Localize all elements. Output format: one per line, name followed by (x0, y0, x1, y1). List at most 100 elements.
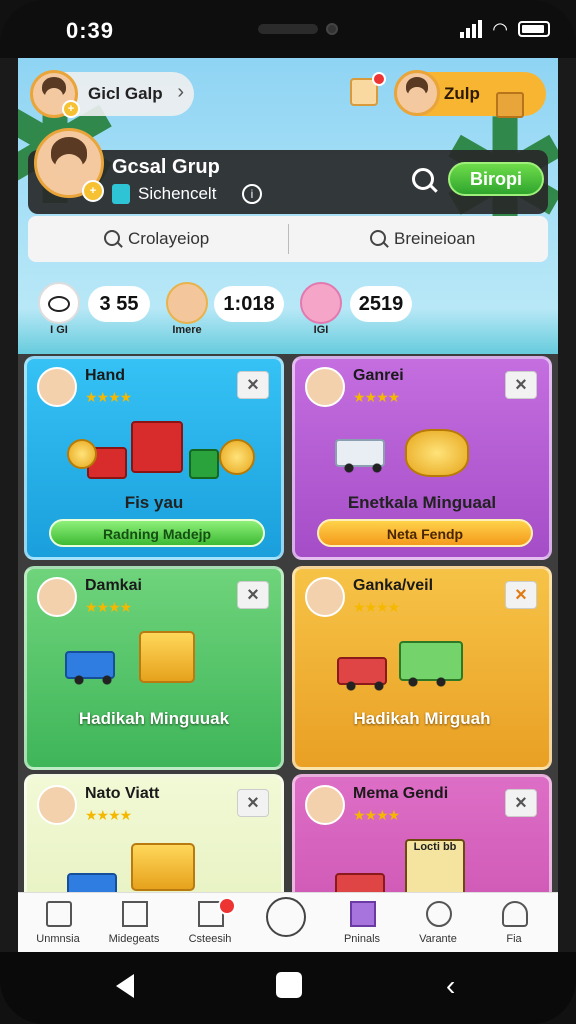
card-avatar (37, 785, 77, 825)
clock: 0:39 (66, 18, 115, 43)
tab-label: Csteesih (188, 933, 232, 945)
stat-name-3: IGI (313, 324, 329, 336)
search-right[interactable]: Breineioan (288, 216, 548, 262)
close-icon[interactable]: × (505, 581, 537, 609)
status-bar: 0:39 ◠ (0, 0, 576, 58)
close-icon[interactable]: × (505, 789, 537, 817)
friend-chip[interactable]: Zulp (394, 70, 546, 118)
gold-bar-icon (131, 843, 195, 891)
stats-row: I GI 3 55 Imere 1:018 IGI 2519 (18, 278, 558, 348)
rating-stars-icon: ★★★★ (353, 599, 400, 615)
notification-badge (218, 897, 236, 915)
card-title: Mema Gendi (353, 785, 449, 802)
card-avatar (37, 367, 77, 407)
game-screen: ✱ ✱ + Gicl Galp › Zulp + Gcsal Grup Sich… (18, 58, 558, 952)
card-damkai[interactable]: Damkai ★★★★ × Hadikah Minguuak (24, 566, 284, 770)
card-avatar (305, 577, 345, 617)
truck-icon (335, 439, 385, 473)
tab-search[interactable]: Varante (400, 897, 476, 952)
coin-icon (405, 429, 469, 477)
search-left[interactable]: Crolayeiop (28, 216, 288, 262)
card-action-button[interactable]: Radning Madejp (49, 519, 265, 547)
card-hand[interactable]: Hand ★★★★ × Fis yau Radning Madejp (24, 356, 284, 560)
photo-card-badge: Locti bb (405, 839, 465, 899)
rating-stars-icon: ★★★★ (85, 389, 132, 405)
card-text: Hadikah Mirguah (353, 709, 491, 728)
rating-stars-icon: ★★★★ (353, 389, 400, 405)
phone-frame: 0:39 ◠ ✱ ✱ + Gicl Galp › Zulp + Gcsal Gr… (0, 0, 576, 1024)
pencil-icon (266, 897, 306, 937)
group-subtitle: Sichencelt (138, 184, 217, 203)
recents-icon[interactable]: ‹ (446, 972, 455, 1000)
player-profile-chip[interactable]: + Gicl Galp › (30, 70, 194, 118)
card-title: Ganka/veil (353, 577, 434, 594)
home-icon (46, 901, 72, 927)
rating-stars-icon: ★★★★ (85, 807, 132, 823)
card-text: Fis yau (124, 493, 184, 512)
tab-cube[interactable]: Pninals (324, 897, 400, 952)
back-icon[interactable] (116, 974, 134, 998)
cube-icon (350, 901, 376, 927)
truck-icon (399, 641, 463, 687)
tab-profile[interactable]: Fia (476, 897, 552, 952)
stat-name-1: I GI (50, 324, 68, 336)
stat-avatar-2 (166, 282, 208, 324)
stat-name-2: Imere (172, 324, 202, 336)
player-name: Gicl Galp (88, 84, 163, 103)
stat-value-1: 3 55 (88, 286, 150, 322)
card-ganrei[interactable]: Ganrei ★★★★ × Enetkala Minguaal Neta Fen… (292, 356, 552, 560)
tab-label: Pninals (343, 933, 381, 945)
card-title: Damkai (85, 577, 142, 594)
card-action-button[interactable]: Neta Fendp (317, 519, 533, 547)
search-icon (426, 901, 452, 927)
close-icon[interactable]: × (505, 371, 537, 399)
stat-value-2: 1:018 (214, 286, 284, 322)
card-text: Enetkala Minguaal (347, 493, 497, 512)
close-icon[interactable]: × (237, 371, 269, 399)
card-avatar (305, 367, 345, 407)
wifi-icon: ◠ (492, 19, 508, 39)
card-avatar (305, 785, 345, 825)
cards-grid: Hand ★★★★ × Fis yau Radning Madejp Ganre… (18, 354, 558, 952)
truck-icon (337, 657, 387, 691)
search-bar: Crolayeiop Breineioan (28, 216, 548, 262)
search-icon (370, 230, 386, 246)
camera-icon (326, 23, 338, 35)
stat-avatar-3 (300, 282, 342, 324)
home-button[interactable] (276, 972, 302, 998)
card-ganka-veil[interactable]: Ganka/veil ★★★★ × Hadikah Mirguah (292, 566, 552, 770)
rating-stars-icon: ★★★★ (353, 807, 400, 823)
friend-avatar (394, 70, 440, 116)
rating-stars-icon: ★★★★ (85, 599, 132, 615)
group-header: + Gcsal Grup Sichencelt i Biropi (28, 128, 548, 214)
tab-gallery[interactable]: Csteesih (172, 897, 248, 952)
tab-buildings[interactable]: Midegeats (96, 897, 172, 952)
speaker-notch (258, 24, 318, 34)
tab-compose[interactable] (248, 897, 324, 952)
search-icon (104, 230, 120, 246)
close-icon[interactable]: × (237, 789, 269, 817)
search-right-label: Breineioan (394, 229, 476, 248)
card-title: Hand (85, 367, 125, 384)
crate-icon (496, 92, 524, 118)
phone-icon (112, 184, 130, 204)
coin-icon (67, 439, 97, 469)
tab-label: Varante (419, 933, 457, 945)
card-title: Nato Viatt (85, 785, 160, 802)
card-title: Ganrei (353, 367, 404, 384)
chevron-right-icon: › (177, 81, 184, 103)
green-gift-icon (189, 449, 219, 479)
building-icon (122, 901, 148, 927)
tab-label: Unmnsia (36, 933, 80, 945)
tab-home[interactable]: Unmnsia (20, 897, 96, 952)
photo-card-label: Locti bb (413, 841, 457, 853)
search-icon[interactable] (412, 168, 434, 190)
coin-icon (219, 439, 255, 475)
stat-value-3: 2519 (350, 286, 412, 322)
gold-bar-icon (139, 631, 195, 683)
info-icon[interactable]: i (242, 184, 262, 204)
close-icon[interactable]: × (237, 581, 269, 609)
truck-icon (65, 651, 115, 685)
tab-label: Fia (506, 933, 522, 945)
group-action-button[interactable]: Biropi (448, 162, 544, 196)
